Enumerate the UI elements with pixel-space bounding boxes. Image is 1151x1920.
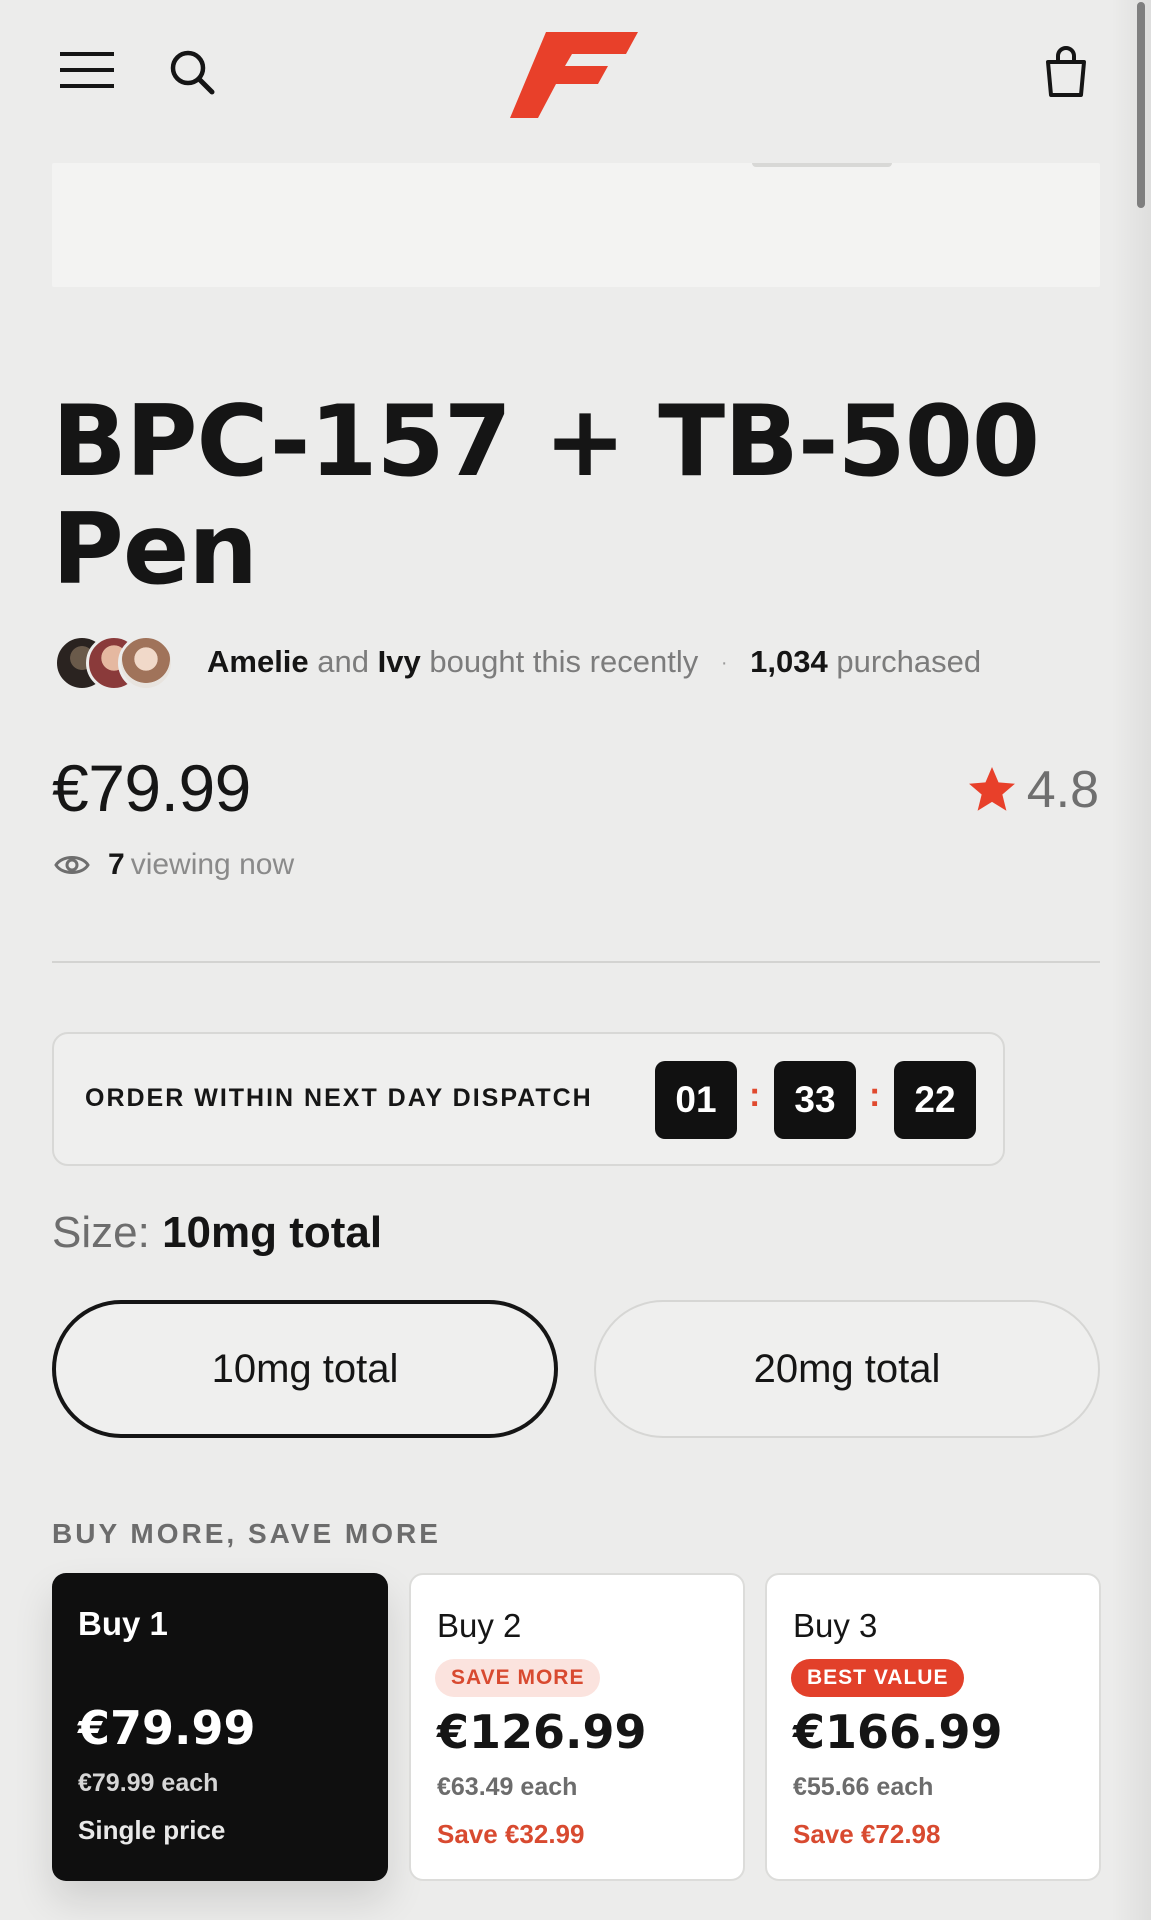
dispatch-countdown: ORDER WITHIN NEXT DAY DISPATCH 01 : 33 :… — [52, 1032, 1005, 1166]
countdown-separator: : — [749, 1076, 761, 1114]
product-price: €79.99 — [52, 751, 251, 825]
eye-icon — [54, 856, 90, 874]
recent-text: bought this recently — [429, 644, 699, 679]
bundle-badge: BEST VALUE — [791, 1659, 965, 1697]
bundle-title: Buy 3 — [793, 1607, 878, 1644]
rating[interactable]: 4.8 — [965, 760, 1099, 820]
buyer-name: Ivy — [377, 644, 421, 679]
purchased-text: purchased — [836, 644, 982, 679]
countdown-minutes: 33 — [774, 1061, 856, 1139]
bundle-savings: Save €72.98 — [793, 1819, 941, 1849]
hamburger-menu-icon[interactable] — [60, 50, 114, 90]
edge-shade — [1111, 0, 1151, 1920]
bundle-savings: Save €32.99 — [437, 1819, 585, 1849]
dispatch-label: ORDER WITHIN NEXT DAY DISPATCH — [85, 1084, 593, 1112]
search-icon[interactable] — [168, 48, 216, 96]
product-image[interactable] — [52, 163, 1100, 287]
brand-logo[interactable] — [510, 28, 640, 120]
size-label-text: Size: — [52, 1208, 150, 1257]
viewing-count: 7 — [108, 848, 125, 881]
social-proof: Amelie and Ivy bought this recently · 1,… — [207, 644, 981, 680]
bundle-unit-price: €79.99 each — [78, 1769, 219, 1797]
size-option-20mg[interactable]: 20mg total — [594, 1300, 1100, 1438]
shopping-bag-icon[interactable] — [1044, 46, 1088, 98]
bundle-unit-price: €55.66 each — [793, 1773, 934, 1801]
size-label: Size: 10mg total — [52, 1208, 382, 1258]
viewing-now: 7 viewing now — [54, 848, 294, 882]
bundle-price: €166.99 — [793, 1705, 1003, 1759]
bundle-card-buy-3[interactable]: Buy 3 BEST VALUE €166.99 €55.66 each Sav… — [765, 1573, 1101, 1881]
rating-value: 4.8 — [1026, 761, 1099, 819]
bundle-heading: BUY MORE, SAVE MORE — [52, 1518, 441, 1549]
selected-size: 10mg total — [162, 1208, 383, 1257]
bundle-card-buy-1[interactable]: Buy 1 €79.99 €79.99 each Single price — [52, 1573, 388, 1881]
bundle-title: Buy 1 — [78, 1605, 168, 1642]
bundle-price: €126.99 — [437, 1705, 647, 1759]
bundle-unit-price: €63.49 each — [437, 1773, 578, 1801]
bundle-card-buy-2[interactable]: Buy 2 SAVE MORE €126.99 €63.49 each Save… — [409, 1573, 745, 1881]
purchased-count: 1,034 — [750, 644, 828, 679]
star-icon — [968, 767, 1015, 811]
product-title: BPC-157 + TB-500 Pen — [52, 385, 1040, 607]
size-option-label: 20mg total — [753, 1346, 941, 1391]
recent-buyer-avatars — [54, 635, 179, 695]
bundle-note: Single price — [78, 1815, 226, 1845]
size-option-10mg[interactable]: 10mg total — [52, 1300, 558, 1438]
divider — [52, 961, 1100, 963]
bundle-title: Buy 2 — [437, 1607, 522, 1644]
countdown-separator: : — [869, 1076, 881, 1114]
and-text: and — [317, 644, 370, 679]
separator-dot: · — [720, 652, 728, 675]
buyer-name: Amelie — [207, 644, 309, 679]
scrollbar[interactable] — [1137, 2, 1145, 208]
site-header — [0, 0, 1151, 150]
avatar — [118, 635, 174, 691]
countdown-hours: 01 — [655, 1061, 737, 1139]
countdown-seconds: 22 — [894, 1061, 976, 1139]
size-option-label: 10mg total — [211, 1346, 399, 1391]
viewing-label: viewing now — [130, 848, 295, 881]
bundle-price: €79.99 — [78, 1701, 256, 1755]
bundle-badge: SAVE MORE — [435, 1659, 601, 1697]
